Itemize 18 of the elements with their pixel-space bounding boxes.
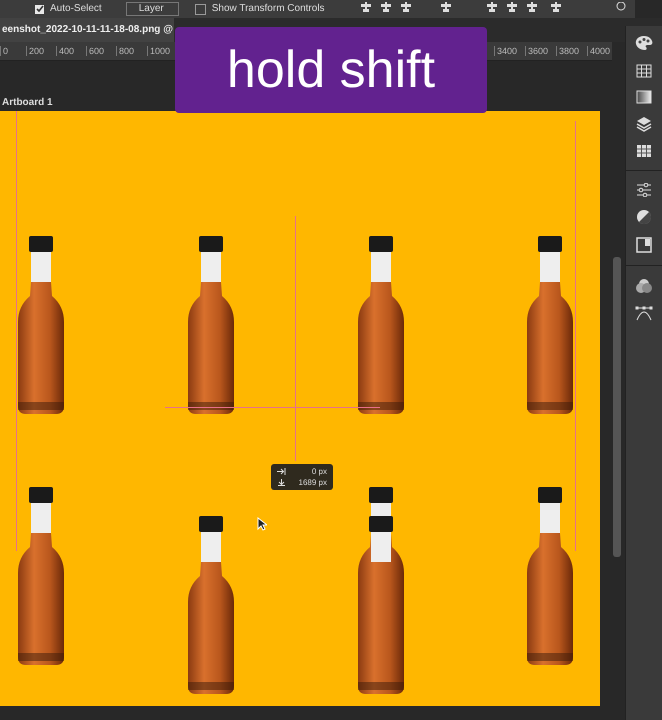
ruler-label: 400 bbox=[56, 46, 74, 56]
ruler-label: 1000 bbox=[147, 46, 170, 56]
ruler-label: 4000 bbox=[587, 46, 610, 56]
tooltip-value: 0 px bbox=[312, 467, 327, 476]
caption-banner: hold shift bbox=[175, 27, 487, 113]
ruler-label: 3400 bbox=[494, 46, 518, 56]
ruler-label: 3600 bbox=[525, 46, 548, 56]
ruler-label: 600 bbox=[86, 46, 104, 56]
ruler-label: 3800 bbox=[556, 46, 580, 56]
auto-select-label: Auto-Select bbox=[50, 3, 102, 15]
tooltip-value: 1689 px bbox=[298, 478, 327, 487]
ruler-label: 0 bbox=[0, 46, 8, 56]
document-tab[interactable]: eenshot_2022-10-11-11-18-08.png @ bbox=[0, 18, 174, 42]
ruler-label: 800 bbox=[116, 46, 134, 56]
layer-dropdown[interactable]: Layer bbox=[126, 2, 179, 16]
artboard-name: Artboard 1 bbox=[2, 97, 53, 108]
ruler-label: 200 bbox=[26, 46, 44, 56]
transform-controls-label: Show Transform Controls bbox=[212, 3, 325, 15]
